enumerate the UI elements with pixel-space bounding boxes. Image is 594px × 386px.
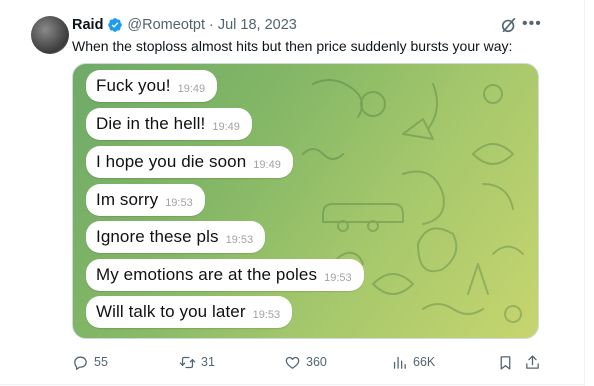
reply-button[interactable]: 55 (72, 352, 108, 372)
chat-message-text: Ignore these pls (96, 227, 219, 246)
bookmark-icon (500, 355, 511, 370)
chat-message-time: 19:49 (253, 159, 281, 171)
tweet-text: When the stoploss almost hits but then p… (72, 38, 513, 54)
chat-message: My emotions are at the poles 19:53 (86, 259, 364, 291)
tweet-media-chat-screenshot[interactable]: Fuck you! 19:49 Die in the hell! 19:49 I… (72, 63, 539, 339)
avatar[interactable] (31, 16, 69, 54)
chat-message-text: Will talk to you later (96, 302, 246, 321)
chat-message-time: 19:49 (177, 83, 206, 95)
user-handle[interactable]: @Romeotpt (127, 17, 205, 33)
chat-message-time: 19:53 (165, 197, 193, 209)
chat-message-text: Fuck you! (96, 76, 171, 95)
chat-message-text: Im sorry (96, 190, 159, 209)
chat-message-text: I hope you die soon (96, 152, 247, 171)
repost-button[interactable]: 31 (179, 352, 215, 372)
views-count: 66K (413, 355, 436, 369)
chat-message-time: 19:53 (252, 309, 281, 321)
share-button[interactable] (524, 352, 541, 372)
like-button[interactable]: 360 (284, 352, 327, 372)
chat-message: I hope you die soon 19:49 (86, 146, 293, 178)
chat-message: Ignore these pls 19:53 (86, 221, 266, 253)
chat-message: Die in the hell! 19:49 (86, 108, 252, 140)
reply-count: 55 (94, 355, 108, 369)
chat-message-text: My emotions are at the poles (96, 265, 318, 284)
views-button[interactable]: 66K (391, 352, 435, 372)
column-divider (584, 0, 585, 386)
separator-dot: · (209, 17, 214, 33)
bookmark-button[interactable] (497, 352, 514, 372)
chat-message: Will talk to you later 19:53 (86, 296, 293, 328)
tweet-date[interactable]: Jul 18, 2023 (218, 17, 297, 33)
chat-message-text: Die in the hell! (96, 114, 206, 133)
chat-message: Fuck you! 19:49 (86, 70, 218, 102)
tweet-action-bar: 55 31 360 66K (72, 352, 542, 372)
chat-message: Im sorry 19:53 (86, 184, 205, 216)
chat-message-time: 19:49 (212, 121, 240, 133)
reply-icon (74, 356, 87, 370)
more-icon[interactable]: ••• (522, 14, 542, 34)
display-name[interactable]: Raid (72, 17, 103, 33)
grok-icon[interactable] (500, 16, 518, 34)
share-icon (526, 354, 539, 369)
verified-badge-icon[interactable] (107, 17, 123, 33)
heart-icon (285, 356, 300, 369)
chat-message-time: 19:53 (225, 234, 254, 246)
like-count: 360 (306, 355, 327, 369)
repost-count: 31 (201, 355, 215, 369)
tweet-header: Raid @Romeotpt · Jul 18, 2023 (72, 15, 297, 35)
repost-icon (179, 356, 196, 368)
tweet-divider (0, 384, 584, 385)
views-icon (393, 356, 406, 369)
chat-message-time: 19:53 (324, 272, 352, 284)
